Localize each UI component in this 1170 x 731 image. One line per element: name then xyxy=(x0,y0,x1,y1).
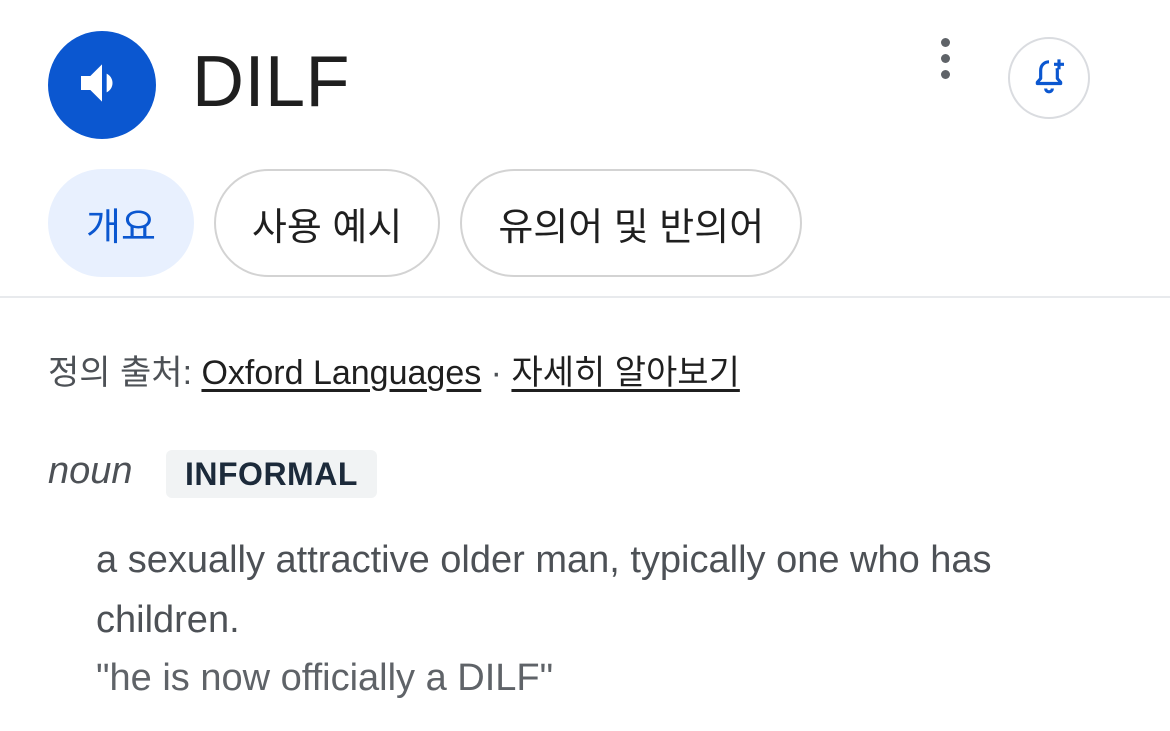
more-vert-icon-dot xyxy=(940,53,950,63)
dictionary-card: DILF 개요 사용 예시 유의어 및 반의어 정의 출처: Oxford La… xyxy=(0,0,1170,731)
definition-source: 정의 출처: Oxford Languages · 자세히 알아보기 xyxy=(48,345,740,394)
tab-usage-examples[interactable]: 사용 예시 xyxy=(213,169,441,277)
oxford-languages-link[interactable]: Oxford Languages xyxy=(201,354,481,392)
source-separator: · xyxy=(481,354,512,392)
part-of-speech: noun xyxy=(48,450,133,492)
more-vert-icon xyxy=(940,37,950,47)
section-tabs: 개요 사용 예시 유의어 및 반의어 xyxy=(48,169,803,277)
create-alert-button[interactable] xyxy=(1008,37,1090,119)
example-sentence: "he is now officially a DILF" xyxy=(96,657,554,699)
term-title: DILF xyxy=(192,42,351,122)
source-prefix: 정의 출처: xyxy=(48,354,202,392)
add-alert-icon xyxy=(1029,56,1069,101)
more-vert-icon-dot xyxy=(940,69,950,79)
register-badge: INFORMAL xyxy=(166,450,377,498)
tab-synonyms-antonyms[interactable]: 유의어 및 반의어 xyxy=(460,169,803,277)
definition-text: a sexually attractive older man, typical… xyxy=(96,539,992,641)
more-options-button[interactable] xyxy=(925,34,965,82)
volume-icon xyxy=(74,55,130,116)
divider xyxy=(0,296,1170,298)
pronounce-button[interactable] xyxy=(48,31,156,139)
learn-more-link[interactable]: 자세히 알아보기 xyxy=(511,354,739,392)
tab-overview[interactable]: 개요 xyxy=(48,169,194,277)
